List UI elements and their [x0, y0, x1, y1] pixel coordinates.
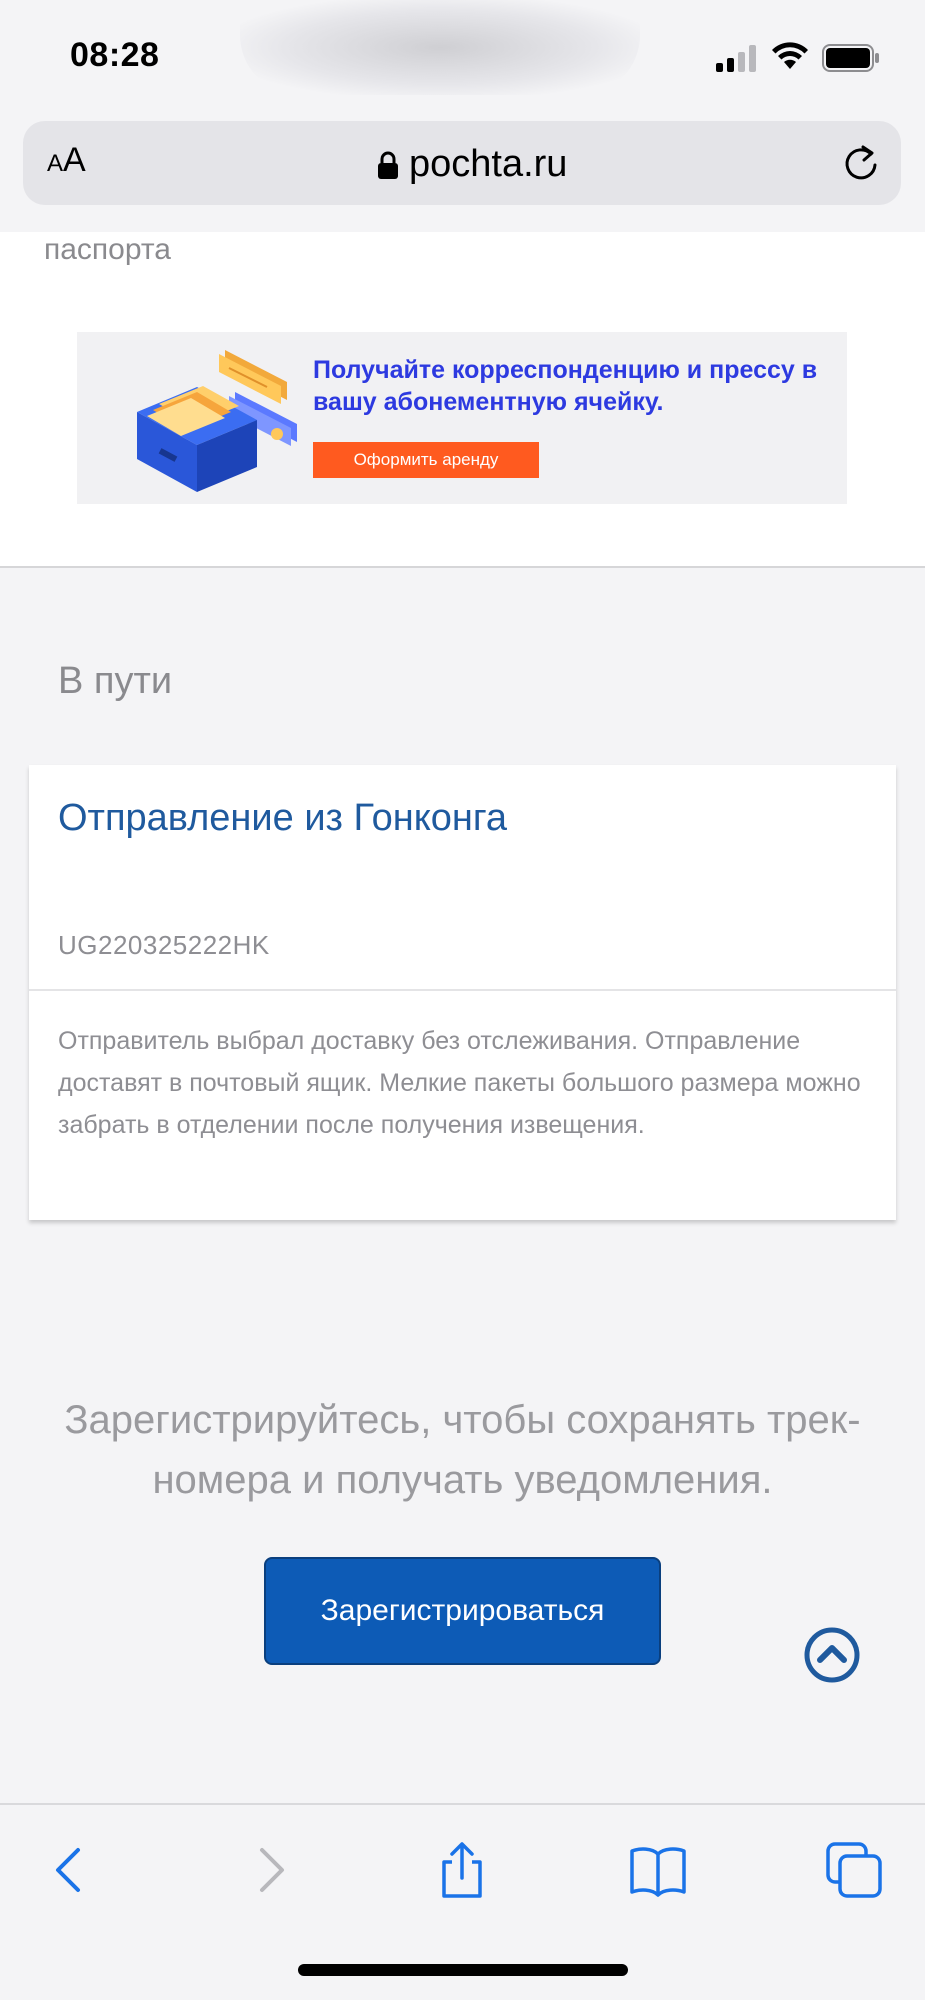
lock-icon — [378, 151, 398, 179]
text-size-small-label: A — [47, 150, 64, 177]
share-icon[interactable] — [432, 1840, 492, 1900]
tabs-icon[interactable] — [824, 1840, 884, 1900]
register-button[interactable]: Зарегистрироваться — [264, 1557, 661, 1665]
reload-icon[interactable] — [841, 143, 881, 183]
home-indicator[interactable] — [298, 1964, 628, 1976]
blurred-area — [240, 0, 640, 95]
register-prompt: Зарегистрируйтесь, чтобы сохранять трек-… — [64, 1398, 861, 1502]
text-size-button[interactable]: AA — [47, 141, 86, 180]
shipment-title[interactable]: Отправление из Гонконга — [58, 797, 507, 840]
text-size-large-label: A — [63, 141, 86, 179]
status-bar: 08:28 — [0, 0, 925, 118]
back-icon[interactable] — [40, 1840, 100, 1900]
passport-text: паспорта — [44, 233, 171, 266]
bookmarks-icon[interactable] — [628, 1840, 688, 1900]
promo-banner-text: Получайте корреспонденцию и прессу в ваш… — [313, 356, 818, 416]
forward-icon[interactable] — [240, 1840, 300, 1900]
card-divider — [29, 989, 896, 991]
rent-box-button[interactable]: Оформить аренду — [313, 442, 539, 478]
status-time: 08:28 — [70, 36, 160, 74]
wifi-icon — [772, 42, 808, 69]
in-transit-heading: В пути — [58, 660, 173, 702]
track-number: UG220325222HK — [58, 930, 270, 960]
shipment-note: Отправитель выбрал доставку без отслежив… — [58, 1027, 861, 1139]
promo-banner[interactable]: Получайте корреспонденцию и прессу в ваш… — [77, 332, 847, 504]
mailbox-illustration — [137, 350, 297, 492]
cellular-signal-icon — [716, 44, 756, 72]
scroll-top-icon[interactable] — [803, 1626, 861, 1684]
battery-icon — [822, 44, 879, 72]
address-bar[interactable]: AA pochta.ru — [23, 121, 901, 205]
url-display[interactable]: pochta.ru — [377, 143, 567, 186]
url-host: pochta.ru — [409, 143, 568, 185]
shipment-card[interactable]: Отправление из Гонконга UG220325222HK От… — [29, 765, 896, 1220]
